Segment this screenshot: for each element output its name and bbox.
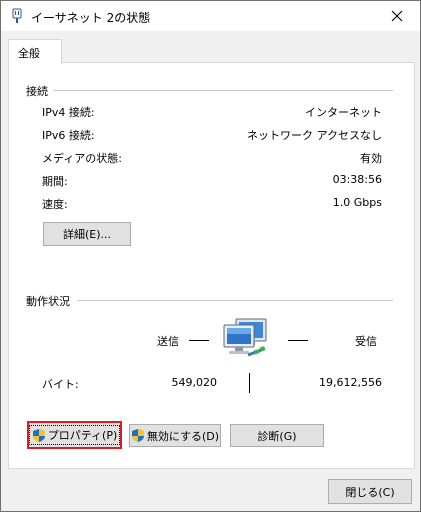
close-button-label: 閉じる(C) bbox=[345, 485, 395, 499]
admin-shield-icon bbox=[131, 429, 144, 442]
tab-panel: 接続 IPv4 接続: インターネット IPv6 接続: ネットワーク アクセス… bbox=[8, 62, 415, 469]
ipv4-value: インターネット bbox=[305, 106, 382, 119]
activity-group-heading: 動作状況 bbox=[26, 295, 70, 308]
network-computers-icon bbox=[223, 318, 267, 357]
bytes-label: バイト: bbox=[42, 378, 79, 391]
ethernet-icon bbox=[12, 8, 22, 23]
sent-connector-line bbox=[189, 340, 209, 341]
bytes-received-value: 19,612,556 bbox=[319, 376, 382, 389]
properties-button-label: プロパティ(P) bbox=[47, 429, 118, 442]
admin-shield-icon bbox=[32, 428, 45, 442]
status-dialog: イーサネット 2の状態 全般 接続 IPv4 接続: インターネット IPv6 … bbox=[0, 0, 421, 512]
ipv6-label: IPv6 接続: bbox=[42, 129, 95, 142]
received-connector-line bbox=[288, 340, 308, 341]
diagnose-button[interactable]: 診断(G) bbox=[230, 424, 324, 447]
ipv4-label: IPv4 接続: bbox=[42, 106, 95, 119]
details-button[interactable]: 詳細(E)... bbox=[43, 222, 131, 246]
bytes-sent-value: 549,020 bbox=[171, 376, 218, 389]
sent-label: 送信 bbox=[157, 335, 179, 348]
close-window-button[interactable] bbox=[374, 1, 420, 31]
media-state-value: 有効 bbox=[360, 152, 382, 165]
window-title: イーサネット 2の状態 bbox=[31, 11, 151, 25]
properties-button[interactable]: プロパティ(P) bbox=[27, 421, 122, 449]
diagnose-button-label: 診断(G) bbox=[257, 429, 297, 443]
disable-button-label: 無効にする(D) bbox=[146, 429, 220, 443]
media-state-label: メディアの状態: bbox=[42, 152, 122, 165]
title-bar[interactable]: イーサネット 2の状態 bbox=[1, 1, 420, 31]
close-icon bbox=[391, 10, 403, 22]
speed-value: 1.0 Gbps bbox=[332, 196, 382, 209]
disable-button[interactable]: 無効にする(D) bbox=[129, 424, 221, 447]
connection-group-divider bbox=[53, 90, 393, 91]
tab-general-label: 全般 bbox=[18, 47, 40, 60]
bytes-divider bbox=[249, 373, 250, 393]
duration-label: 期間: bbox=[42, 175, 68, 188]
speed-label: 速度: bbox=[42, 198, 68, 211]
tab-general[interactable]: 全般 bbox=[8, 39, 62, 64]
connection-group-heading: 接続 bbox=[26, 85, 48, 98]
close-button[interactable]: 閉じる(C) bbox=[328, 479, 412, 504]
duration-value: 03:38:56 bbox=[332, 173, 382, 186]
received-label: 受信 bbox=[355, 335, 377, 348]
activity-group-divider bbox=[77, 300, 393, 301]
ipv6-value: ネットワーク アクセスなし bbox=[247, 129, 382, 142]
properties-button-content: プロパティ(P) bbox=[28, 425, 121, 445]
details-button-label: 詳細(E)... bbox=[62, 228, 112, 241]
